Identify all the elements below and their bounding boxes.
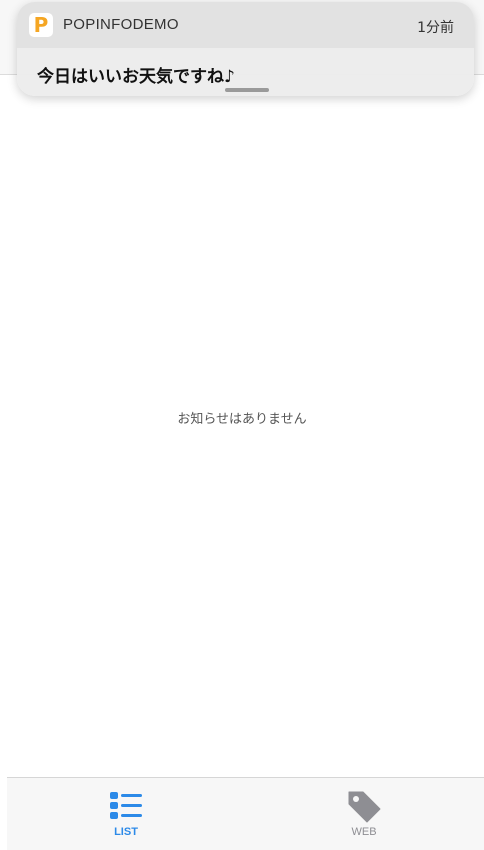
list-icon [110, 792, 142, 819]
tab-web[interactable]: WEB [245, 778, 483, 850]
tag-icon [348, 791, 381, 823]
tab-bar: LIST WEB [7, 777, 484, 850]
app-icon: P [29, 13, 53, 37]
notification-app-name: POPINFODEMO [63, 16, 179, 33]
notification-header: P POPINFODEMO 1分前 [17, 2, 474, 48]
notification-message: 今日はいいお天気ですね♪ [37, 67, 235, 87]
notification-time: 1分前 [417, 20, 454, 36]
push-notification-banner[interactable]: P POPINFODEMO 1分前 今日はいいお天気ですね♪ [17, 2, 474, 96]
app-icon-letter: P [33, 13, 49, 37]
tab-list-label: LIST [114, 826, 138, 838]
tab-web-label: WEB [351, 826, 377, 838]
empty-state-message: お知らせはありません [177, 412, 307, 427]
app-screen: P POPINFODEMO 1分前 今日はいいお天気ですね♪ お知らせはありませ… [0, 0, 484, 850]
notification-grabber[interactable] [225, 88, 269, 92]
tab-list[interactable]: LIST [7, 778, 245, 850]
